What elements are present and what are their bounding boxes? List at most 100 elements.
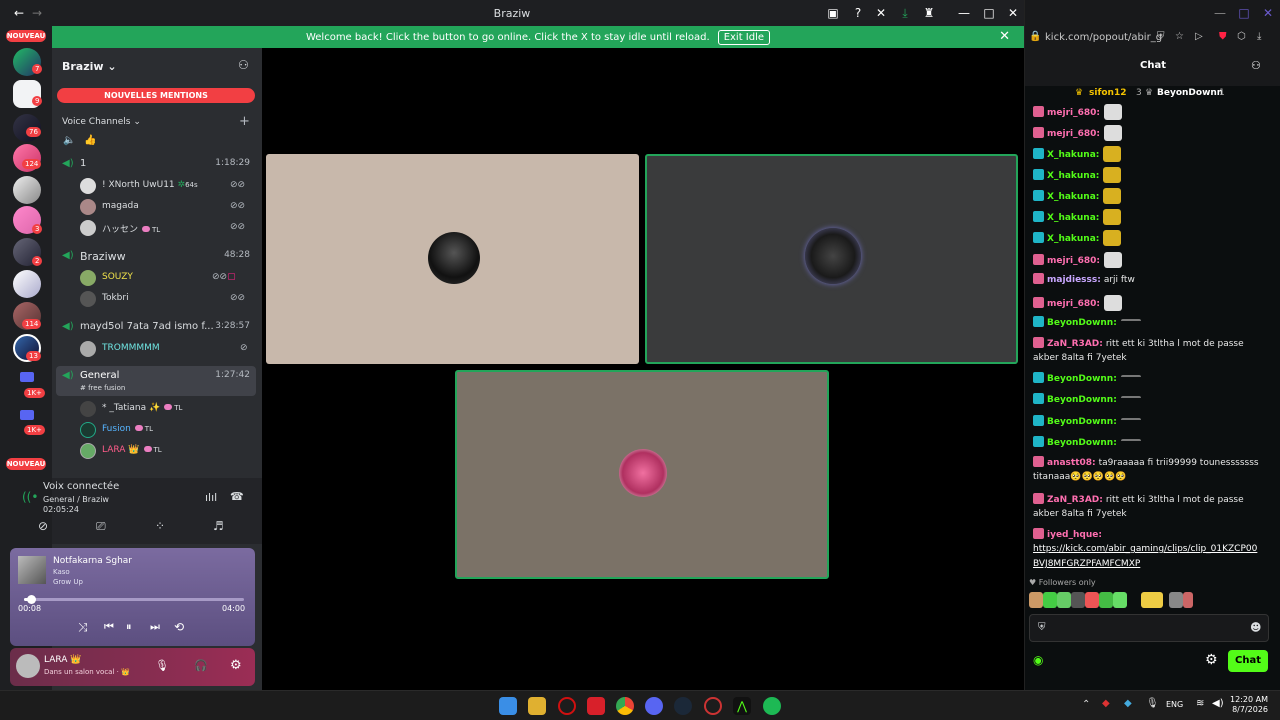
repeat-icon[interactable]: ⟲	[174, 620, 184, 634]
voice-channel-braziww[interactable]: ◀) Braziww 48:28	[62, 250, 250, 264]
next-icon[interactable]: ⏭	[150, 620, 160, 634]
inbox-icon[interactable]: ▣	[826, 6, 840, 20]
tray-app-icon[interactable]: ◆	[1102, 698, 1110, 709]
voice-user[interactable]: Fusion TL	[80, 421, 250, 439]
speaker-icon[interactable]: 🔈	[63, 135, 75, 146]
settings-gear-icon[interactable]: ⚙	[230, 658, 242, 673]
participant-avatar	[805, 228, 861, 284]
server-name[interactable]: Braziw ⌄	[62, 60, 117, 73]
folder-icon[interactable]	[20, 410, 34, 420]
clock[interactable]: 12:20 AM 8/7/2026	[1226, 695, 1268, 715]
soundboard-icon[interactable]: ♬	[213, 519, 224, 533]
voice-user[interactable]: TROMMMMM ⊘	[80, 340, 250, 358]
chat-username: mejri_680:	[1047, 129, 1100, 139]
clip-link-continued[interactable]: BVJ8MFGRZPFAMFCMXP	[1033, 558, 1140, 570]
start-icon[interactable]	[499, 697, 517, 715]
spotify-icon[interactable]	[763, 697, 781, 715]
browser-title-bar: — □ ✕	[1025, 0, 1280, 26]
headphones-icon[interactable]: 🎧	[194, 659, 208, 672]
mic-tray-icon[interactable]: 🎙	[1146, 698, 1159, 709]
server-icon[interactable]	[13, 176, 41, 204]
tools-icon[interactable]: ✕	[874, 6, 888, 20]
participant-tile-speaking[interactable]	[645, 154, 1018, 364]
download-icon[interactable]: ⤓	[898, 6, 912, 20]
close-icon[interactable]: ✕	[1261, 6, 1275, 20]
channel-emoji-icon: 👍	[84, 135, 97, 146]
voice-user[interactable]: magada ⊘⊘	[80, 198, 250, 216]
server-icon[interactable]	[13, 270, 41, 298]
sub-badge-icon	[1033, 211, 1044, 222]
address-bar[interactable]: 🔒 kick.com/popout/abir_g ⛨ ☆ ▷ ⛊ ⬡ ⤓	[1025, 26, 1280, 50]
voice-user[interactable]: ! XNorth UwU11 ✲64s ⊘⊘	[80, 177, 250, 195]
chat-text: ta9raaaaa fi trii99999 tounesssssss	[1098, 458, 1259, 468]
vencord-icon[interactable]: ♜	[922, 6, 936, 20]
user-status: Dans un salon vocal · 👑	[44, 668, 130, 676]
progress-knob[interactable]	[26, 595, 36, 604]
maximize-icon[interactable]: □	[1237, 6, 1251, 20]
disconnect-icon[interactable]: ☎	[230, 490, 244, 503]
previous-icon[interactable]: ⏮	[104, 620, 114, 634]
participant-tile[interactable]	[266, 154, 639, 364]
tray-chevron-icon[interactable]: ⌃	[1082, 699, 1090, 710]
new-mentions-pill[interactable]: NOUVELLES MENTIONS	[57, 88, 255, 103]
top-gifters-bar: ♛ sifon12 3 ♛ BeyonDownn 1	[1075, 88, 1225, 98]
send-chat-button[interactable]: Chat	[1228, 650, 1268, 672]
voice-channel-mayd5ol[interactable]: ◀) mayd5ol 7ata 7ad ismo f... 3:28:57	[62, 321, 250, 335]
help-icon[interactable]: ?	[851, 6, 865, 20]
sub-badge-icon	[1033, 337, 1044, 348]
voice-user[interactable]: ハッセン TL ⊘⊘	[80, 219, 250, 237]
microphone-icon[interactable]: 🎙	[155, 659, 169, 672]
file-explorer-icon[interactable]	[528, 697, 546, 715]
folder-icon[interactable]	[20, 372, 34, 382]
voice-user[interactable]: * _Tatiana ✨ TL	[80, 400, 250, 418]
app-icon[interactable]	[704, 697, 722, 715]
signal-icon[interactable]: ((•	[22, 490, 38, 504]
chrome-icon[interactable]	[616, 697, 634, 715]
category-header[interactable]: Voice Channels ⌄	[62, 117, 141, 127]
opera-icon[interactable]	[558, 697, 576, 715]
users-icon[interactable]: ⚇	[1251, 59, 1261, 72]
voice-channel-1[interactable]: ◀) 1 1:18:29	[62, 158, 250, 172]
emoji-icon[interactable]: ☻	[1250, 621, 1261, 634]
muted-icon: ⊘	[240, 343, 248, 353]
chat-username: X_hakuna:	[1047, 213, 1100, 223]
streamlabs-icon[interactable]: ⋀	[733, 697, 751, 715]
emote-bar[interactable]	[1029, 592, 1249, 608]
language-indicator[interactable]: ENG	[1166, 700, 1183, 709]
progress-track[interactable]	[24, 595, 244, 604]
clip-link[interactable]: https://kick.com/abir_gaming/clips/clip_…	[1033, 543, 1257, 555]
discord-icon[interactable]	[645, 697, 663, 715]
shuffle-icon[interactable]: ⤨	[78, 620, 88, 635]
exit-idle-button[interactable]: Exit Idle	[717, 29, 771, 45]
voice-channel-general[interactable]: ◀) General 1:27:42	[62, 370, 250, 384]
maximize-icon[interactable]: □	[982, 6, 996, 20]
add-channel-icon[interactable]: +	[239, 114, 250, 129]
chat-input[interactable]: ⛨ ☻	[1029, 614, 1269, 642]
muted-icon: ⊘⊘	[230, 222, 246, 232]
participant-tile-speaking[interactable]	[455, 370, 829, 579]
steam-icon[interactable]	[674, 697, 692, 715]
screen-share-icon[interactable]: ⎚	[96, 519, 106, 534]
camera-off-icon[interactable]: ⊘	[38, 519, 48, 533]
volume-icon[interactable]: ◀)	[1212, 698, 1224, 709]
noise-suppression-icon[interactable]: ılıl	[205, 491, 217, 504]
wifi-icon[interactable]: ≋	[1196, 698, 1204, 709]
add-friend-icon[interactable]: ⚇	[238, 58, 249, 72]
pause-icon[interactable]: ⏸	[126, 620, 132, 634]
avatar[interactable]	[16, 654, 40, 678]
voice-user[interactable]: LARA 👑 TL	[80, 442, 250, 460]
activities-icon[interactable]: ⁘	[155, 519, 165, 533]
minimize-icon[interactable]: —	[1213, 6, 1227, 20]
chat-settings-icon[interactable]: ⚙	[1205, 652, 1218, 668]
voice-user[interactable]: Tokbri ⊘⊘	[80, 290, 250, 308]
chat-message: BeyonDownn:	[1033, 436, 1141, 449]
close-icon[interactable]: ✕	[1006, 6, 1020, 20]
voice-channel-path[interactable]: General / Braziw	[43, 495, 109, 504]
vivaldi-icon[interactable]	[587, 697, 605, 715]
voice-user[interactable]: SOUZY ⊘⊘▢	[80, 269, 250, 287]
minimize-icon[interactable]: —	[957, 6, 971, 20]
kick-logo-icon[interactable]: ◉	[1033, 653, 1043, 667]
tray-app-icon[interactable]: ◆	[1124, 698, 1132, 709]
username[interactable]: LARA 👑	[44, 655, 82, 665]
banner-close-icon[interactable]: ✕	[999, 29, 1010, 44]
